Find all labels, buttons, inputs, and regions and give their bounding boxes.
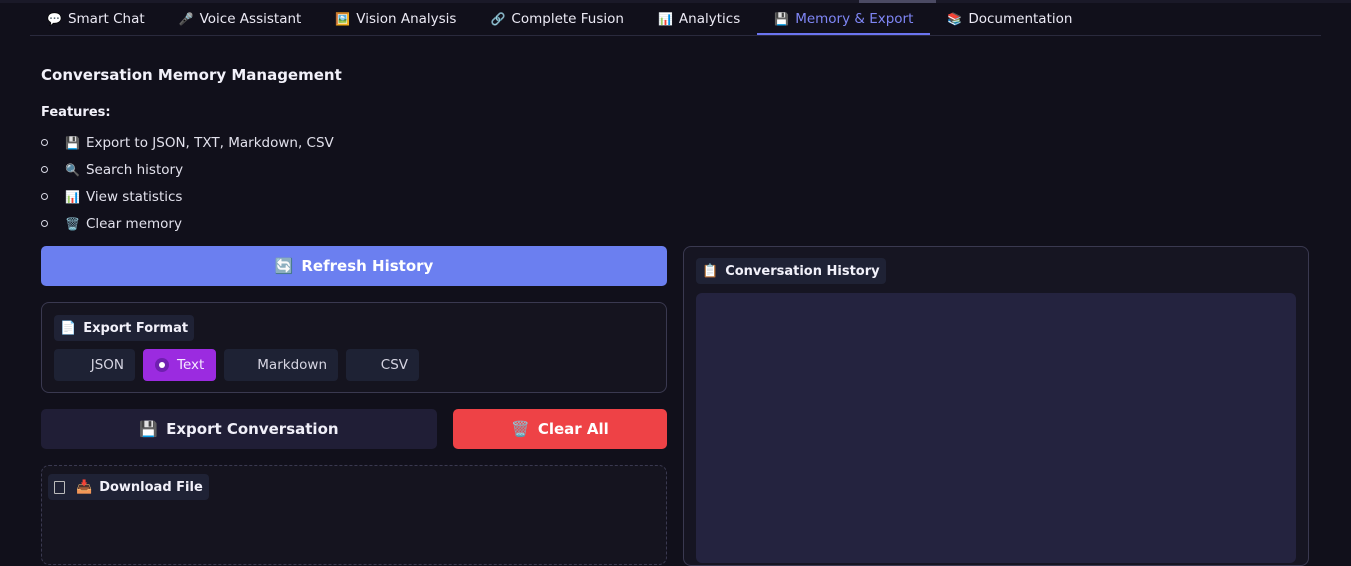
tab-label: Smart Chat [67, 10, 145, 27]
trash-icon: 🗑️ [511, 420, 530, 438]
tab-complete-fusion[interactable]: 🔗 Complete Fusion [473, 4, 641, 35]
bullet-icon [41, 193, 48, 200]
tab-smart-chat[interactable]: 💬 Smart Chat [30, 4, 162, 35]
bullet-icon [41, 220, 48, 227]
export-format-radio-group: JSON Text Markdown CSV [54, 349, 419, 381]
feature-text: Export to JSON, TXT, Markdown, CSV [85, 134, 334, 151]
tab-documentation[interactable]: 📚 Documentation [930, 4, 1089, 35]
features-label: Features: [41, 105, 111, 120]
radio-json[interactable]: JSON [54, 349, 135, 381]
list-item: 🔍 Search history [41, 156, 334, 183]
list-item: 📊 View statistics [41, 183, 334, 210]
microphone-icon: 🎤 [178, 11, 194, 26]
link-icon: 🔗 [490, 11, 506, 26]
radio-label: Markdown [257, 357, 327, 373]
feature-text: View statistics [85, 188, 183, 205]
tab-label: Analytics [678, 10, 741, 27]
tab-label: Memory & Export [795, 10, 914, 27]
conversation-history-label: 📋 Conversation History [696, 258, 886, 284]
feature-text: Clear memory [85, 215, 182, 232]
floppy-disk-icon: 💾 [774, 11, 790, 26]
page-title: Conversation Memory Management [41, 66, 342, 84]
file-icon [54, 480, 65, 494]
conversation-history-textarea[interactable] [696, 293, 1296, 563]
export-format-panel: 📄 Export Format JSON Text Markdown CSV [41, 302, 667, 393]
bar-chart-icon: 📊 [65, 189, 80, 204]
magnifier-icon: 🔍 [65, 162, 80, 177]
feature-text: Search history [85, 161, 184, 178]
floppy-disk-icon: 💾 [139, 420, 159, 438]
top-scroll-indicator [859, 0, 936, 3]
books-icon: 📚 [947, 11, 963, 26]
download-file-panel[interactable]: 📥 Download File [41, 465, 667, 565]
refresh-history-button[interactable]: 🔄 Refresh History [41, 246, 667, 286]
bullet-icon [41, 166, 48, 173]
radio-markdown[interactable]: Markdown [224, 349, 338, 381]
export-format-label: 📄 Export Format [54, 315, 195, 341]
tab-label: Documentation [968, 10, 1073, 27]
download-file-label: 📥 Download File [48, 474, 209, 500]
tab-label: Voice Assistant [199, 10, 302, 27]
floppy-disk-icon: 💾 [65, 135, 80, 150]
radio-text[interactable]: Text [143, 349, 216, 381]
button-label: Export Conversation [166, 420, 339, 438]
top-border [0, 0, 1351, 3]
picture-icon: 🖼️ [335, 11, 351, 26]
speech-bubble-icon: 💬 [47, 11, 62, 26]
radio-csv[interactable]: CSV [346, 349, 419, 381]
radio-label: JSON [90, 357, 124, 373]
button-label: Refresh History [301, 257, 434, 275]
list-item: 🗑️ Clear memory [41, 210, 334, 237]
clipboard-icon: 📋 [702, 263, 719, 279]
refresh-icon: 🔄 [274, 257, 294, 275]
export-conversation-button[interactable]: 💾 Export Conversation [41, 409, 437, 449]
button-label: Clear All [537, 420, 609, 438]
tab-memory-export[interactable]: 💾 Memory & Export [757, 4, 931, 35]
tab-bar: 💬 Smart Chat 🎤 Voice Assistant 🖼️ Vision… [30, 4, 1321, 36]
document-icon: 📄 [60, 320, 77, 336]
tab-vision-analysis[interactable]: 🖼️ Vision Analysis [318, 4, 473, 35]
label-text: Export Format [83, 320, 189, 336]
radio-label: CSV [380, 357, 408, 373]
tab-label: Complete Fusion [511, 10, 624, 27]
bar-chart-icon: 📊 [657, 11, 673, 26]
list-item: 💾 Export to JSON, TXT, Markdown, CSV [41, 129, 334, 156]
tab-analytics[interactable]: 📊 Analytics [641, 4, 757, 35]
conversation-history-panel: 📋 Conversation History [683, 246, 1309, 566]
inbox-tray-icon: 📥 [76, 479, 93, 495]
radio-label: Text [177, 357, 205, 373]
features-list: 💾 Export to JSON, TXT, Markdown, CSV 🔍 S… [41, 129, 334, 237]
label-text: Conversation History [725, 263, 880, 279]
label-text: Download File [99, 479, 203, 495]
trash-icon: 🗑️ [65, 216, 80, 231]
bullet-icon [41, 139, 48, 146]
radio-selected-icon [155, 358, 169, 372]
tab-voice-assistant[interactable]: 🎤 Voice Assistant [162, 4, 319, 35]
tab-label: Vision Analysis [356, 10, 457, 27]
clear-all-button[interactable]: 🗑️ Clear All [453, 409, 667, 449]
